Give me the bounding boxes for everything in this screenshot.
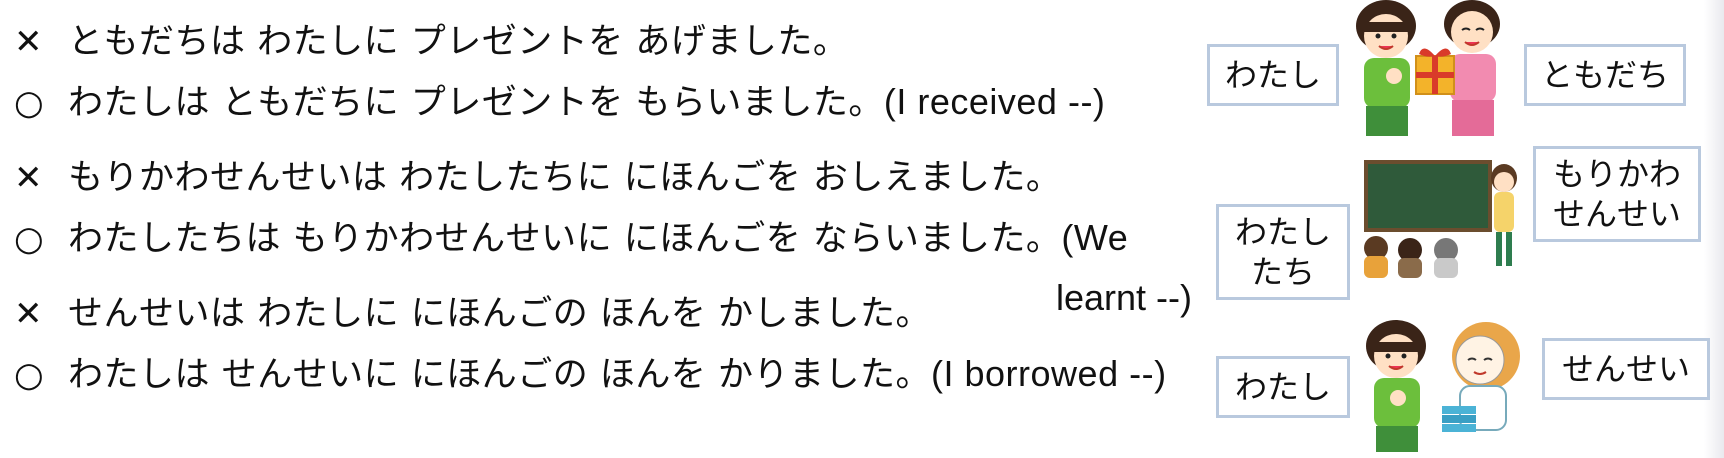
correct-mark: ○ (14, 83, 45, 123)
sentence-text: ともだちは わたしに プレゼントを あげました。 (68, 22, 849, 62)
girl-receiving-gift-from-friend-icon (1356, 0, 1500, 136)
correct-mark: ○ (14, 219, 45, 259)
english-gloss: (I received --) (883, 81, 1106, 122)
english-gloss: (I borrowed --) (931, 353, 1167, 394)
sentence-line-5: ✕ せんせいは わたしに にほんごの ほんを かしました。 (14, 292, 931, 336)
wrong-mark: ✕ (14, 22, 43, 62)
english-gloss-continuation: learnt --) (1056, 277, 1193, 318)
label-box-watashi: わたし (1207, 44, 1339, 106)
sentence-line-6: ○ わたしは せんせいに にほんごの ほんを かりました。(I borrowed … (14, 352, 1167, 397)
label-box-watashi-2: わたし (1216, 356, 1350, 418)
wrong-mark: ✕ (14, 294, 43, 334)
sentence-text: わたしは せんせいに にほんごの ほんを かりました。 (68, 355, 932, 395)
label-box-morikawa-sensei: もりかわ せんせい (1533, 146, 1701, 242)
sentence-text: もりかわせんせいは わたしたちに にほんごを おしえました。 (68, 158, 1062, 198)
girl-and-teacher-with-books-icon (1366, 320, 1520, 452)
sentence-line-3: ✕ もりかわせんせいは わたしたちに にほんごを おしえました。 (14, 156, 1061, 200)
sentence-text: わたしは ともだちに プレゼントを もらいました。 (68, 83, 884, 123)
label-box-sensei: せんせい (1542, 338, 1710, 400)
wrong-mark: ✕ (14, 158, 43, 198)
correct-mark: ○ (14, 355, 45, 395)
label-box-watashitachi: わたし たち (1216, 204, 1350, 300)
teacher-at-blackboard-with-students-icon (1364, 160, 1517, 278)
english-gloss: (We (1061, 217, 1129, 258)
sentence-text: わたしたちは もりかわせんせいに にほんごを ならいました。 (68, 219, 1062, 259)
label-box-tomodachi: ともだち (1524, 44, 1686, 106)
sentence-text: せんせいは わたしに にほんごの ほんを かしました。 (68, 294, 932, 334)
sentence-line-4: ○ わたしたちは もりかわせんせいに にほんごを ならいました。(We (14, 216, 1128, 261)
sentence-line-2: ○ わたしは ともだちに プレゼントを もらいました。(I received --… (14, 80, 1105, 125)
sentence-line-1: ✕ ともだちは わたしに プレゼントを あげました。 (14, 20, 848, 64)
